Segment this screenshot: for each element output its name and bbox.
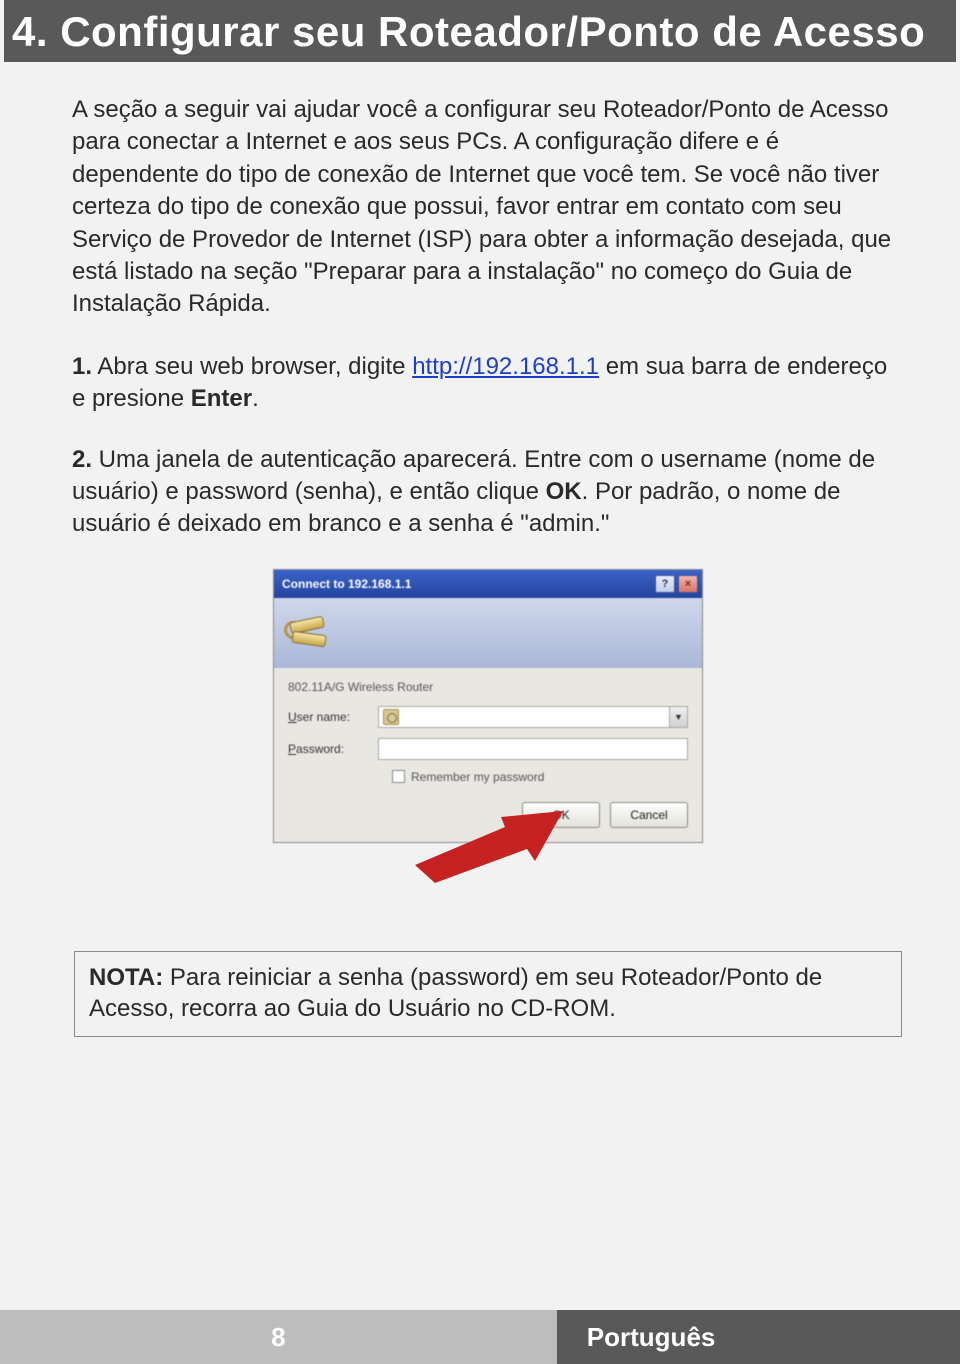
arrow-annotation [273, 837, 703, 895]
remember-label: Remember my password [411, 770, 544, 784]
remember-row: Remember my password [392, 770, 688, 784]
step-1-text-pre: Abra seu web browser, digite [92, 353, 412, 380]
username-row: User name: ▼ [288, 706, 688, 728]
page-footer: 8 Português [0, 1310, 960, 1364]
section-header: 4. Configurar seu Roteador/Ponto de Aces… [4, 0, 956, 62]
section-title: 4. Configurar seu Roteador/Ponto de Aces… [12, 8, 940, 56]
dialog-title: Connect to 192.168.1.1 [282, 577, 411, 591]
enter-key: Enter [191, 385, 252, 412]
chevron-down-icon[interactable]: ▼ [669, 707, 687, 727]
note-box: NOTA: Para reiniciar a senha (password) … [74, 951, 902, 1037]
cancel-button[interactable]: Cancel [610, 802, 688, 828]
router-url-link[interactable]: http://192.168.1.1 [412, 353, 599, 380]
keys-icon [288, 613, 328, 653]
step-1-tail: . [252, 385, 259, 412]
user-icon [383, 709, 399, 725]
username-input[interactable]: ▼ [378, 706, 688, 728]
auth-dialog: Connect to 192.168.1.1 ? × 802.11A/G Wir… [273, 569, 703, 843]
intro-paragraph: A seção a seguir vai ajudar você a confi… [72, 94, 904, 321]
help-button[interactable]: ? [655, 575, 675, 593]
footer-language: Português [557, 1310, 960, 1364]
step-2-number: 2. [72, 446, 92, 473]
note-text: Para reiniciar a senha (password) em seu… [89, 964, 822, 1022]
realm-label: 802.11A/G Wireless Router [288, 680, 688, 694]
page-number: 8 [0, 1310, 557, 1364]
password-input[interactable] [378, 738, 688, 760]
close-button[interactable]: × [678, 575, 698, 593]
password-label: Password: [288, 742, 378, 756]
ok-key: OK [546, 478, 582, 505]
titlebar-buttons: ? × [655, 575, 698, 593]
auth-dialog-figure: Connect to 192.168.1.1 ? × 802.11A/G Wir… [273, 569, 703, 895]
note-label: NOTA: [89, 964, 163, 991]
username-label: User name: [288, 710, 378, 724]
content-area: A seção a seguir vai ajudar você a confi… [0, 62, 960, 1037]
page: 4. Configurar seu Roteador/Ponto de Aces… [0, 0, 960, 1364]
remember-checkbox[interactable] [392, 770, 405, 783]
step-1: 1. Abra seu web browser, digite http://1… [72, 351, 904, 416]
password-row: Password: [288, 738, 688, 760]
step-1-number: 1. [72, 353, 92, 380]
dialog-titlebar: Connect to 192.168.1.1 ? × [274, 570, 702, 598]
dialog-header-band [274, 598, 702, 668]
step-2: 2. Uma janela de autenticação aparecerá.… [72, 444, 904, 541]
